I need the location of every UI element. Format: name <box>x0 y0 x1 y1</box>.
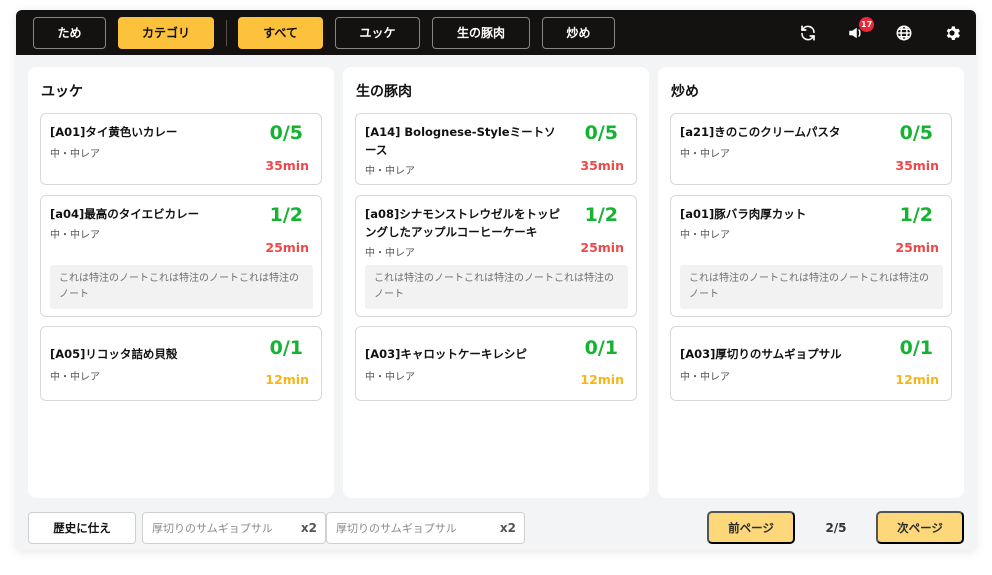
order-card[interactable]: [a04]最高のタイエビカレー 中・中レア 1/2 25min これは特注のノー… <box>40 195 322 317</box>
page-indicator: 2/5 <box>825 520 847 535</box>
gear-icon <box>946 25 960 40</box>
history-item-name: 厚切りのサムギョプサル <box>336 522 457 535</box>
order-card[interactable]: [A14] Bolognese-Styleミートソース 中・中レア 0/5 35… <box>355 113 637 185</box>
special-note: これは特注のノートこれは特注のノートこれは特注のノート <box>680 265 943 309</box>
dish-spec: 中・中レア <box>365 372 415 383</box>
cook-time: 25min <box>895 240 939 255</box>
order-count: 0/5 <box>269 122 303 144</box>
cook-time: 35min <box>265 158 309 173</box>
order-card[interactable]: [a21]きのこのクリームパスタ 中・中レア 0/5 35min <box>670 113 952 185</box>
tab-divider <box>226 19 227 46</box>
cook-time: 12min <box>265 372 309 387</box>
dish-name: [a01]豚バラ肉厚カット <box>680 207 807 221</box>
globe-icon <box>896 25 912 40</box>
column-title: 炒め <box>671 84 699 100</box>
history-item[interactable]: 厚切りのサムギョプサル x2 <box>142 512 326 544</box>
order-card[interactable]: [a08]シナモンストレウゼルをトッピングしたアップルコーヒーケーキ 中・中レア… <box>355 195 637 317</box>
dish-name: [A05]リコッタ詰め貝殻 <box>50 347 178 361</box>
history-item[interactable]: 厚切りのサムギョプサル x2 <box>326 512 525 544</box>
order-card[interactable]: [A03]厚切りのサムギョプサル 中・中レア 0/1 12min <box>670 326 952 401</box>
order-count: 0/5 <box>899 122 933 144</box>
special-note: これは特注のノートこれは特注のノートこれは特注のノート <box>50 265 313 309</box>
order-count: 1/2 <box>269 204 303 226</box>
kitchen-display-window: ため カテゴリ すべて ユッケ 生の豚肉 炒め 17 ユッケ [A01]タイ黄色… <box>16 10 976 550</box>
dish-spec: 中・中レア <box>680 230 730 241</box>
order-card[interactable]: [a01]豚バラ肉厚カット 中・中レア 1/2 25min これは特注のノートこ… <box>670 195 952 317</box>
settings-button[interactable] <box>928 10 976 55</box>
order-card[interactable]: [A01]タイ黄色いカレー 中・中レア 0/5 35min <box>40 113 322 185</box>
cook-time: 25min <box>265 240 309 255</box>
cook-time: 35min <box>895 158 939 173</box>
cook-time: 12min <box>895 372 939 387</box>
history-item-qty: x2 <box>499 521 516 535</box>
header-icon-group: 17 <box>784 10 976 55</box>
dish-name: [a04]最高のタイエビカレー <box>50 207 200 221</box>
column-title: 生の豚肉 <box>356 84 412 100</box>
cook-time: 25min <box>580 240 624 255</box>
dish-name: [A03]厚切りのサムギョプサル <box>680 347 842 361</box>
category-column-raw-pork: 生の豚肉 [A14] Bolognese-Styleミートソース 中・中レア 0… <box>343 67 649 498</box>
dish-spec: 中・中レア <box>50 149 100 160</box>
dish-name: [A03]キャロットケーキレシピ <box>365 347 527 361</box>
tab-tame[interactable]: ため <box>33 16 106 49</box>
dish-name: [a08]シナモンストレウゼルをトッピングしたアップルコーヒーケーキ <box>365 207 561 239</box>
cook-time: 12min <box>580 372 624 387</box>
order-count: 0/1 <box>584 337 618 359</box>
history-item-name: 厚切りのサムギョプサル <box>152 522 273 535</box>
prev-page-button[interactable]: 前ページ <box>707 511 795 544</box>
refresh-icon <box>801 24 815 41</box>
dish-spec: 中・中レア <box>365 166 415 177</box>
notification-badge: 17 <box>859 17 875 32</box>
order-count: 0/1 <box>269 337 303 359</box>
order-card[interactable]: [A03]キャロットケーキレシピ 中・中レア 0/1 12min <box>355 326 637 401</box>
filter-yukhoe[interactable]: ユッケ <box>335 16 420 49</box>
dish-name: [A01]タイ黄色いカレー <box>50 125 178 139</box>
dish-name: [a21]きのこのクリームパスタ <box>680 125 841 139</box>
history-button[interactable]: 歴史に仕え <box>28 512 136 544</box>
refresh-button[interactable] <box>784 10 832 55</box>
dish-spec: 中・中レア <box>365 248 415 259</box>
order-count: 0/1 <box>899 337 933 359</box>
dish-spec: 中・中レア <box>680 149 730 160</box>
category-column-yukhoe: ユッケ [A01]タイ黄色いカレー 中・中レア 0/5 35min [a04]最… <box>28 67 334 498</box>
order-card[interactable]: [A05]リコッタ詰め貝殻 中・中レア 0/1 12min <box>40 326 322 401</box>
filter-raw-pork[interactable]: 生の豚肉 <box>432 16 530 49</box>
order-count: 1/2 <box>899 204 933 226</box>
category-column-stir-fry: 炒め [a21]きのこのクリームパスタ 中・中レア 0/5 35min [a01… <box>658 67 964 498</box>
history-item-qty: x2 <box>300 521 317 535</box>
next-page-button[interactable]: 次ページ <box>876 511 964 544</box>
language-button[interactable] <box>880 10 928 55</box>
notification-button[interactable]: 17 <box>832 10 880 55</box>
special-note: これは特注のノートこれは特注のノートこれは特注のノート <box>365 265 628 309</box>
filter-all[interactable]: すべて <box>238 16 323 49</box>
dish-spec: 中・中レア <box>680 372 730 383</box>
order-count: 1/2 <box>584 204 618 226</box>
filter-stir-fry[interactable]: 炒め <box>542 16 615 49</box>
cook-time: 35min <box>580 158 624 173</box>
order-count: 0/5 <box>584 122 618 144</box>
dish-spec: 中・中レア <box>50 230 100 241</box>
dish-name: [A14] Bolognese-Styleミートソース <box>365 125 556 157</box>
dish-spec: 中・中レア <box>50 372 100 383</box>
top-bar: ため カテゴリ すべて ユッケ 生の豚肉 炒め 17 <box>16 10 976 55</box>
tab-category[interactable]: カテゴリ <box>118 16 214 49</box>
column-title: ユッケ <box>41 84 83 100</box>
